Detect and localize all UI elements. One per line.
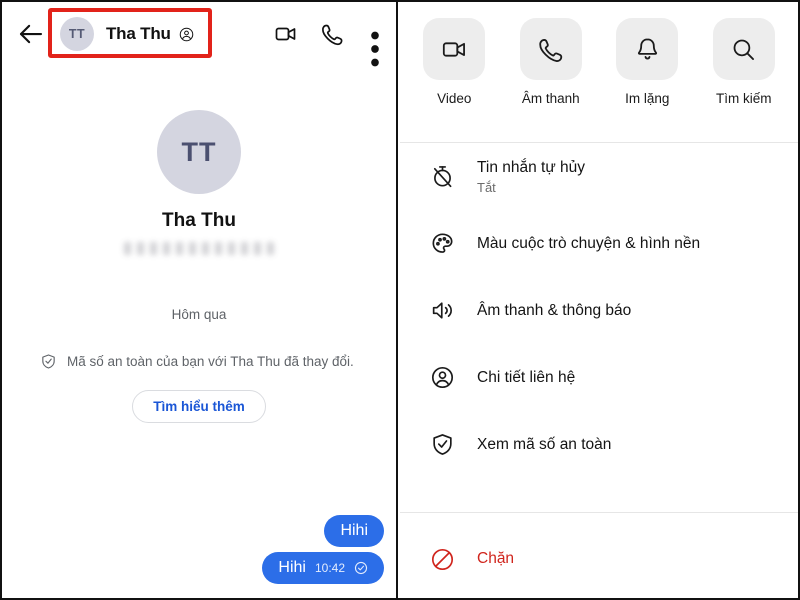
three-dots-vertical-icon[interactable]	[366, 22, 384, 67]
message-text: Hihi	[278, 559, 306, 576]
chat-header-actions	[274, 22, 384, 67]
setting-row-contact-details[interactable]: Chi tiết liên hệ	[398, 344, 800, 411]
speaker-icon	[430, 298, 455, 323]
message-bubble-outgoing[interactable]: Hihi	[324, 515, 384, 547]
chat-body: TT Tha Thu Hôm qua Mã số an toàn của bạn…	[0, 66, 396, 598]
message-bubble-outgoing[interactable]: Hihi 10:42	[262, 552, 384, 584]
setting-row-sound-notifications[interactable]: Âm thanh & thông báo	[398, 277, 800, 344]
blurred-phone-number	[124, 242, 274, 255]
block-circle-icon	[430, 547, 455, 572]
setting-subtitle: Tắt	[477, 179, 496, 195]
message-timestamp: 10:42	[314, 561, 345, 575]
quick-action-search[interactable]: Tìm kiếm	[703, 18, 785, 106]
quick-action-label: Video	[437, 91, 472, 106]
safety-number-notice: Mã số an toàn của bạn với Tha Thu đã tha…	[40, 352, 358, 372]
page-title: Tha Thu	[106, 24, 171, 43]
safety-number-notice-text: Mã số an toàn của bạn với Tha Thu đã tha…	[67, 354, 354, 369]
chat-header: TT Tha Thu	[0, 2, 396, 67]
setting-row-texts: Xem mã số an toàn	[477, 436, 611, 454]
video-camera-icon	[423, 18, 486, 80]
chat-panel: TT Tha Thu TT Tha Thu Hôm qua Mã số an t…	[0, 0, 398, 600]
person-circle-icon	[430, 365, 455, 390]
setting-row-disappearing-messages[interactable]: Tin nhắn tự hủy Tắt	[398, 143, 800, 210]
avatar: TT	[60, 17, 94, 51]
verified-account-icon	[179, 27, 194, 42]
setting-row-texts: Tin nhắn tự hủy Tắt	[477, 159, 585, 195]
block-contact-label: Chặn	[477, 550, 515, 567]
peer-profile-card: TT Tha Thu	[0, 110, 396, 255]
shield-check-icon	[430, 432, 455, 457]
setting-row-texts: Chi tiết liên hệ	[477, 369, 575, 387]
quick-actions-row: Video Âm thanh Im lặng Tìm kiếm	[398, 2, 800, 142]
quick-action-mute[interactable]: Im lặng	[606, 18, 688, 106]
setting-title: Âm thanh & thông báo	[477, 301, 632, 319]
conversation-settings-panel: Video Âm thanh Im lặng Tìm kiếm Tin nhắn…	[398, 0, 800, 600]
avatar: TT	[157, 110, 241, 194]
chat-peer-block[interactable]: TT Tha Thu	[60, 17, 194, 51]
sent-check-icon	[354, 561, 368, 575]
setting-row-safety-number[interactable]: Xem mã số an toàn	[398, 411, 800, 478]
setting-row-texts: Màu cuộc trò chuyện & hình nền	[477, 235, 700, 253]
shield-check-icon	[40, 353, 57, 370]
block-contact-button[interactable]: Chặn	[398, 535, 800, 583]
palette-icon	[430, 231, 455, 256]
peer-display-name: Tha Thu	[162, 210, 236, 231]
quick-action-label: Tìm kiếm	[716, 91, 772, 106]
quick-action-label: Âm thanh	[521, 91, 580, 106]
message-list: Hihi Hihi 10:42	[262, 515, 384, 584]
quick-action-label: Im lặng	[625, 91, 670, 106]
message-text: Hihi	[340, 522, 368, 539]
setting-title: Tin nhắn tự hủy	[477, 158, 586, 176]
app-screenshot: TT Tha Thu TT Tha Thu Hôm qua Mã số an t…	[0, 0, 800, 600]
bell-icon	[616, 18, 679, 80]
setting-title: Chi tiết liên hệ	[477, 368, 576, 386]
quick-action-audio[interactable]: Âm thanh	[510, 18, 592, 106]
setting-title: Xem mã số an toàn	[477, 435, 612, 453]
divider	[400, 512, 798, 513]
setting-row-texts: Âm thanh & thông báo	[477, 302, 631, 320]
day-divider-label: Hôm qua	[171, 307, 227, 322]
back-arrow-icon[interactable]	[16, 19, 46, 49]
setting-title: Màu cuộc trò chuyện & hình nền	[477, 234, 701, 252]
timer-off-icon	[430, 164, 455, 189]
learn-more-button[interactable]: Tìm hiểu thêm	[132, 389, 266, 423]
setting-row-chat-color[interactable]: Màu cuộc trò chuyện & hình nền	[398, 210, 800, 277]
phone-icon	[519, 18, 582, 80]
learn-more-wrap: Tìm hiểu thêm	[0, 389, 396, 423]
phone-icon[interactable]	[320, 22, 344, 46]
quick-action-video[interactable]: Video	[413, 18, 495, 106]
search-icon	[712, 18, 775, 80]
video-camera-icon[interactable]	[274, 22, 298, 46]
settings-list: Tin nhắn tự hủy Tắt Màu cuộc trò chuyện …	[398, 143, 800, 478]
